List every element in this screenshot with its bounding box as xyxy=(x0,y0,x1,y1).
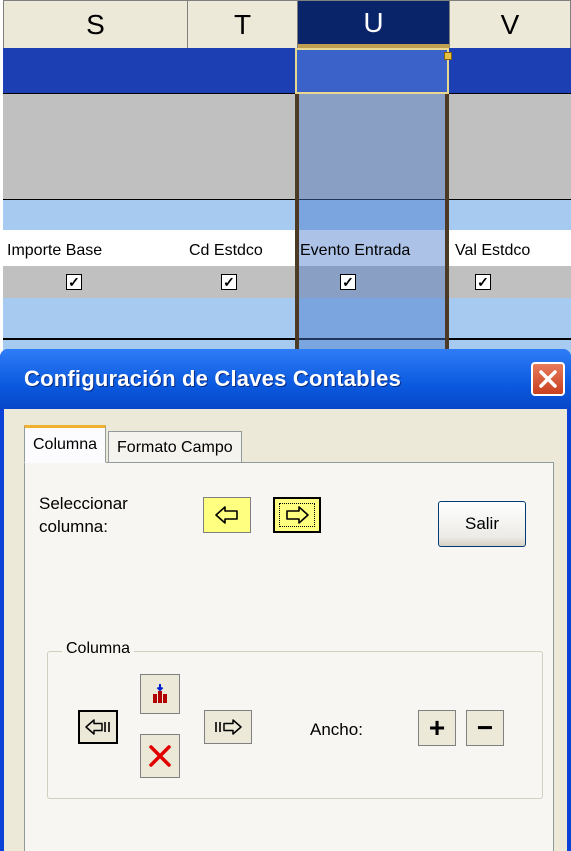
arrow-left-icon xyxy=(215,506,238,524)
gray-band xyxy=(3,94,571,200)
move-column-right-button[interactable] xyxy=(204,710,252,744)
increase-width-button[interactable]: + xyxy=(418,710,456,746)
move-column-right-icon xyxy=(215,719,242,735)
fill-handle[interactable] xyxy=(444,52,452,60)
spreadsheet: S T U V Importe Base Cd Estdco Evento En… xyxy=(3,0,571,360)
checkbox-cd-estdco[interactable]: ✓ xyxy=(221,274,237,290)
select-column-label-line1: Seleccionar xyxy=(39,494,128,513)
move-column-left-icon xyxy=(85,719,110,735)
config-dialog: Configuración de Claves Contables Column… xyxy=(0,349,571,851)
checkbox-val-estdco[interactable]: ✓ xyxy=(475,274,491,290)
screen: S T U V Importe Base Cd Estdco Evento En… xyxy=(0,0,571,851)
dialog-body: Columna Formato Campo Seleccionar column… xyxy=(4,409,567,851)
previous-column-button[interactable] xyxy=(203,497,251,533)
close-icon xyxy=(539,370,557,388)
column-group-title: Columna xyxy=(62,640,135,658)
selected-column-highlight[interactable] xyxy=(295,48,449,360)
field-label-val-estdco: Val Estdco xyxy=(455,242,531,259)
close-button[interactable] xyxy=(531,362,565,396)
select-column-label-line2: columna: xyxy=(39,517,108,536)
tab-strip: Columna Formato Campo xyxy=(24,425,242,463)
checkbox-importe-base[interactable]: ✓ xyxy=(66,274,82,290)
column-header-s[interactable]: S xyxy=(3,0,188,48)
column-header-u[interactable]: U xyxy=(298,0,450,48)
dialog-titlebar[interactable]: Configuración de Claves Contables xyxy=(0,349,571,409)
delete-column-button[interactable] xyxy=(140,734,180,778)
move-column-left-button[interactable] xyxy=(78,710,118,744)
column-header-t[interactable]: T xyxy=(188,0,298,48)
light-band-2 xyxy=(3,298,571,340)
column-groupbox: Columna Ancho: + − xyxy=(47,640,543,799)
decrease-width-button[interactable]: − xyxy=(466,710,504,746)
light-band xyxy=(3,200,571,230)
header-band xyxy=(3,48,571,94)
delete-column-icon xyxy=(149,745,171,767)
field-label-evento-entrada: Evento Entrada xyxy=(300,242,411,259)
width-label: Ancho: xyxy=(310,720,363,739)
tab-panel-columna: Seleccionar columna: Salir Columna Ancho… xyxy=(24,462,554,851)
column-header-v[interactable]: V xyxy=(450,0,571,48)
arrow-right-icon xyxy=(286,506,309,524)
field-label-cd-estdco: Cd Estdco xyxy=(189,242,263,259)
tab-columna[interactable]: Columna xyxy=(24,425,107,463)
tab-formato-campo[interactable]: Formato Campo xyxy=(108,431,242,463)
dialog-title: Configuración de Claves Contables xyxy=(24,366,402,391)
exit-button[interactable]: Salir xyxy=(438,501,526,547)
checkbox-evento-entrada[interactable]: ✓ xyxy=(340,274,356,290)
next-column-button[interactable] xyxy=(273,497,321,533)
select-column-label: Seleccionar columna: xyxy=(39,492,128,538)
field-label-importe-base: Importe Base xyxy=(7,242,103,259)
column-headers: S T U V xyxy=(3,0,571,48)
insert-column-icon xyxy=(153,684,167,703)
insert-column-button[interactable] xyxy=(140,674,180,714)
selected-cell[interactable] xyxy=(295,48,449,94)
